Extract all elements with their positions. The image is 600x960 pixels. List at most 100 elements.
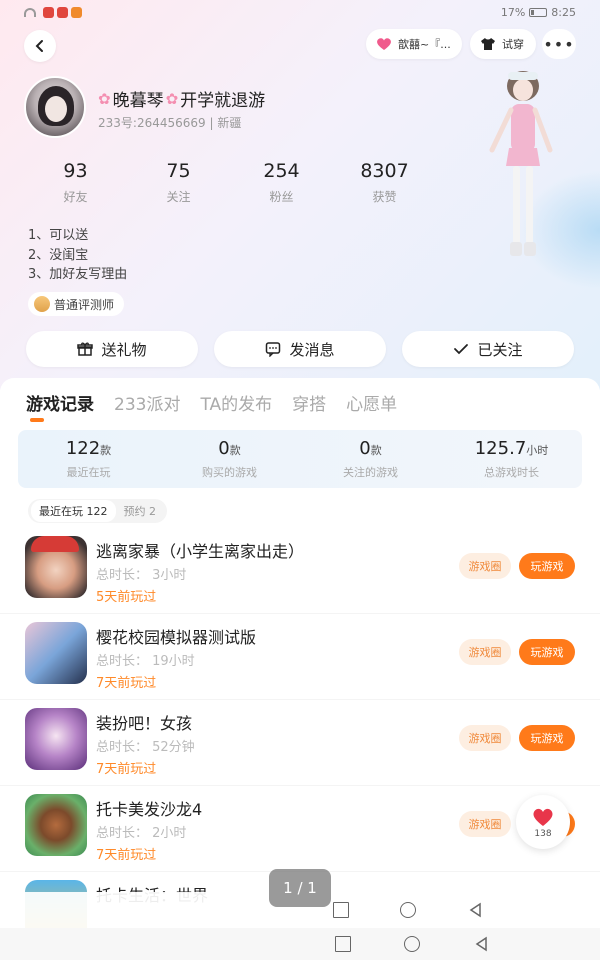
stat-following[interactable]: 75 关注 <box>127 160 230 205</box>
game-name: 樱花校园模拟器测试版 <box>96 628 257 647</box>
list-item[interactable]: 樱花校园模拟器测试版 总时长： 19小时 7天前玩过 游戏圈 玩游戏 <box>0 614 600 700</box>
bio-line: 2、没闺宝 <box>28 247 89 263</box>
reviewer-label: 普通评测师 <box>54 297 115 312</box>
game-name: 托卡美发沙龙4 <box>96 800 203 819</box>
tab-posts[interactable]: TA的发布 <box>200 390 272 415</box>
message-icon <box>266 342 281 357</box>
system-navigation-bar <box>0 928 600 960</box>
summary-unit: 款 <box>370 444 382 457</box>
profile-name: ✿ 晚暮琴 ✿ 开学就退游 <box>98 86 266 112</box>
game-icon[interactable] <box>25 622 87 684</box>
recents-button[interactable] <box>333 902 349 918</box>
flower-icon: ✿ <box>165 89 179 108</box>
play-game-button[interactable]: 玩游戏 <box>519 725 575 751</box>
follow-label: 已关注 <box>477 340 523 359</box>
game-name: 逃离家暴（小学生离家出走） <box>96 542 305 561</box>
game-last-played: 7天前玩过 <box>96 848 157 863</box>
stat-value: 8307 <box>360 160 409 182</box>
recents-button[interactable] <box>335 936 351 952</box>
active-tab-indicator <box>30 418 44 422</box>
shirt-icon <box>481 38 495 50</box>
send-message-label: 发消息 <box>289 340 335 359</box>
back-nav-icon[interactable] <box>474 936 490 952</box>
summary-recent: 122款 最近在玩 <box>18 430 159 488</box>
game-name: 装扮吧！女孩 <box>96 714 193 733</box>
avatar[interactable] <box>24 76 86 138</box>
profile-tabs: 游戏记录 233派对 TA的发布 穿搭 心愿单 <box>26 390 397 415</box>
game-summary: 122款 最近在玩 0款 购买的游戏 0款 关注的游戏 125.7小时 总游戏时… <box>18 430 582 488</box>
liked-by-name: 歆囍~『... <box>398 38 451 51</box>
name-part-2: 开学就退游 <box>180 91 266 111</box>
game-circle-button[interactable]: 游戏圈 <box>459 639 511 665</box>
play-game-button[interactable]: 玩游戏 <box>519 553 575 579</box>
more-icon: ••• <box>543 34 575 54</box>
reviewer-badge[interactable]: 普通评测师 <box>28 292 125 316</box>
list-item[interactable]: 托卡美发沙龙4 总时长： 2小时 7天前玩过 游戏圈 玩游戏 <box>0 786 600 872</box>
list-item[interactable]: 装扮吧！女孩 总时长： 52分钟 7天前玩过 游戏圈 玩游戏 <box>0 700 600 786</box>
stat-likes[interactable]: 8307 获赞 <box>333 160 436 205</box>
stat-fans[interactable]: 254 粉丝 <box>230 160 333 205</box>
stat-value: 75 <box>166 160 191 182</box>
follow-button[interactable]: 已关注 <box>402 331 574 367</box>
reviewer-icon <box>34 296 50 312</box>
heart-icon <box>377 38 391 50</box>
back-nav-icon[interactable] <box>468 902 484 918</box>
send-gift-button[interactable]: 送礼物 <box>26 331 198 367</box>
home-button[interactable] <box>400 902 416 918</box>
tab-233-party[interactable]: 233派对 <box>114 390 180 415</box>
profile-stats: 93 好友 75 关注 254 粉丝 8307 获赞 <box>24 160 436 205</box>
game-playtime: 总时长： 52分钟 <box>96 740 195 755</box>
game-circle-button[interactable]: 游戏圈 <box>459 811 511 837</box>
check-icon <box>454 344 469 355</box>
summary-purchased: 0款 购买的游戏 <box>159 430 300 488</box>
status-bar: 17% 8:25 <box>0 0 600 24</box>
like-count: 138 <box>534 828 552 839</box>
notification-icon <box>57 6 68 18</box>
chevron-left-icon <box>35 40 43 52</box>
subtab-recent[interactable]: 最近在玩 122 <box>31 500 116 522</box>
profile-bio: 1、可以送 2、没闺宝 3、加好友写理由 <box>28 226 127 285</box>
home-button[interactable] <box>404 936 420 952</box>
summary-value: 0 <box>359 438 371 459</box>
game-icon[interactable] <box>25 708 87 770</box>
notification-icon <box>43 6 54 18</box>
stat-label: 粉丝 <box>269 190 294 204</box>
game-icon[interactable] <box>25 536 87 598</box>
list-item[interactable]: 逃离家暴（小学生离家出走） 总时长： 3小时 5天前玩过 游戏圈 玩游戏 <box>0 528 600 614</box>
summary-value: 125.7 <box>474 438 527 459</box>
game-last-played: 7天前玩过 <box>96 762 157 777</box>
game-circle-button[interactable]: 游戏圈 <box>459 725 511 751</box>
like-floating-button[interactable]: 138 <box>516 795 570 849</box>
gift-icon <box>77 342 94 356</box>
game-playtime: 总时长： 3小时 <box>96 568 187 583</box>
game-last-played: 7天前玩过 <box>96 676 157 691</box>
tab-outfits[interactable]: 穿搭 <box>292 390 326 415</box>
stat-value: 93 <box>63 160 88 182</box>
stat-label: 关注 <box>166 190 191 204</box>
summary-total-time: 125.7小时 总游戏时长 <box>441 430 582 488</box>
subtab-reserve[interactable]: 预约 2 <box>116 500 165 522</box>
try-on-button[interactable]: 试穿 <box>470 29 536 59</box>
notification-icon <box>71 6 82 18</box>
wifi-icon <box>24 7 36 17</box>
back-button[interactable] <box>24 30 56 62</box>
summary-unit: 款 <box>229 444 241 457</box>
tab-wishlist[interactable]: 心愿单 <box>346 390 397 415</box>
liked-by-pill[interactable]: 歆囍~『... <box>366 29 462 59</box>
summary-label: 购买的游戏 <box>202 466 257 479</box>
summary-unit: 款 <box>100 444 112 457</box>
more-options-button[interactable]: ••• <box>542 29 576 59</box>
stat-value: 254 <box>263 160 300 182</box>
tab-game-records[interactable]: 游戏记录 <box>26 390 94 415</box>
game-playtime: 总时长： 2小时 <box>96 826 187 841</box>
send-message-button[interactable]: 发消息 <box>214 331 386 367</box>
flower-icon: ✿ <box>98 89 111 108</box>
play-game-button[interactable]: 玩游戏 <box>519 639 575 665</box>
game-icon[interactable] <box>25 794 87 856</box>
name-part-1: 晚暮琴 <box>112 91 164 111</box>
send-gift-label: 送礼物 <box>101 340 147 359</box>
avatar-3d-character[interactable] <box>478 64 568 274</box>
stat-friends[interactable]: 93 好友 <box>24 160 127 205</box>
game-circle-button[interactable]: 游戏圈 <box>459 553 511 579</box>
heart-icon <box>533 808 553 826</box>
